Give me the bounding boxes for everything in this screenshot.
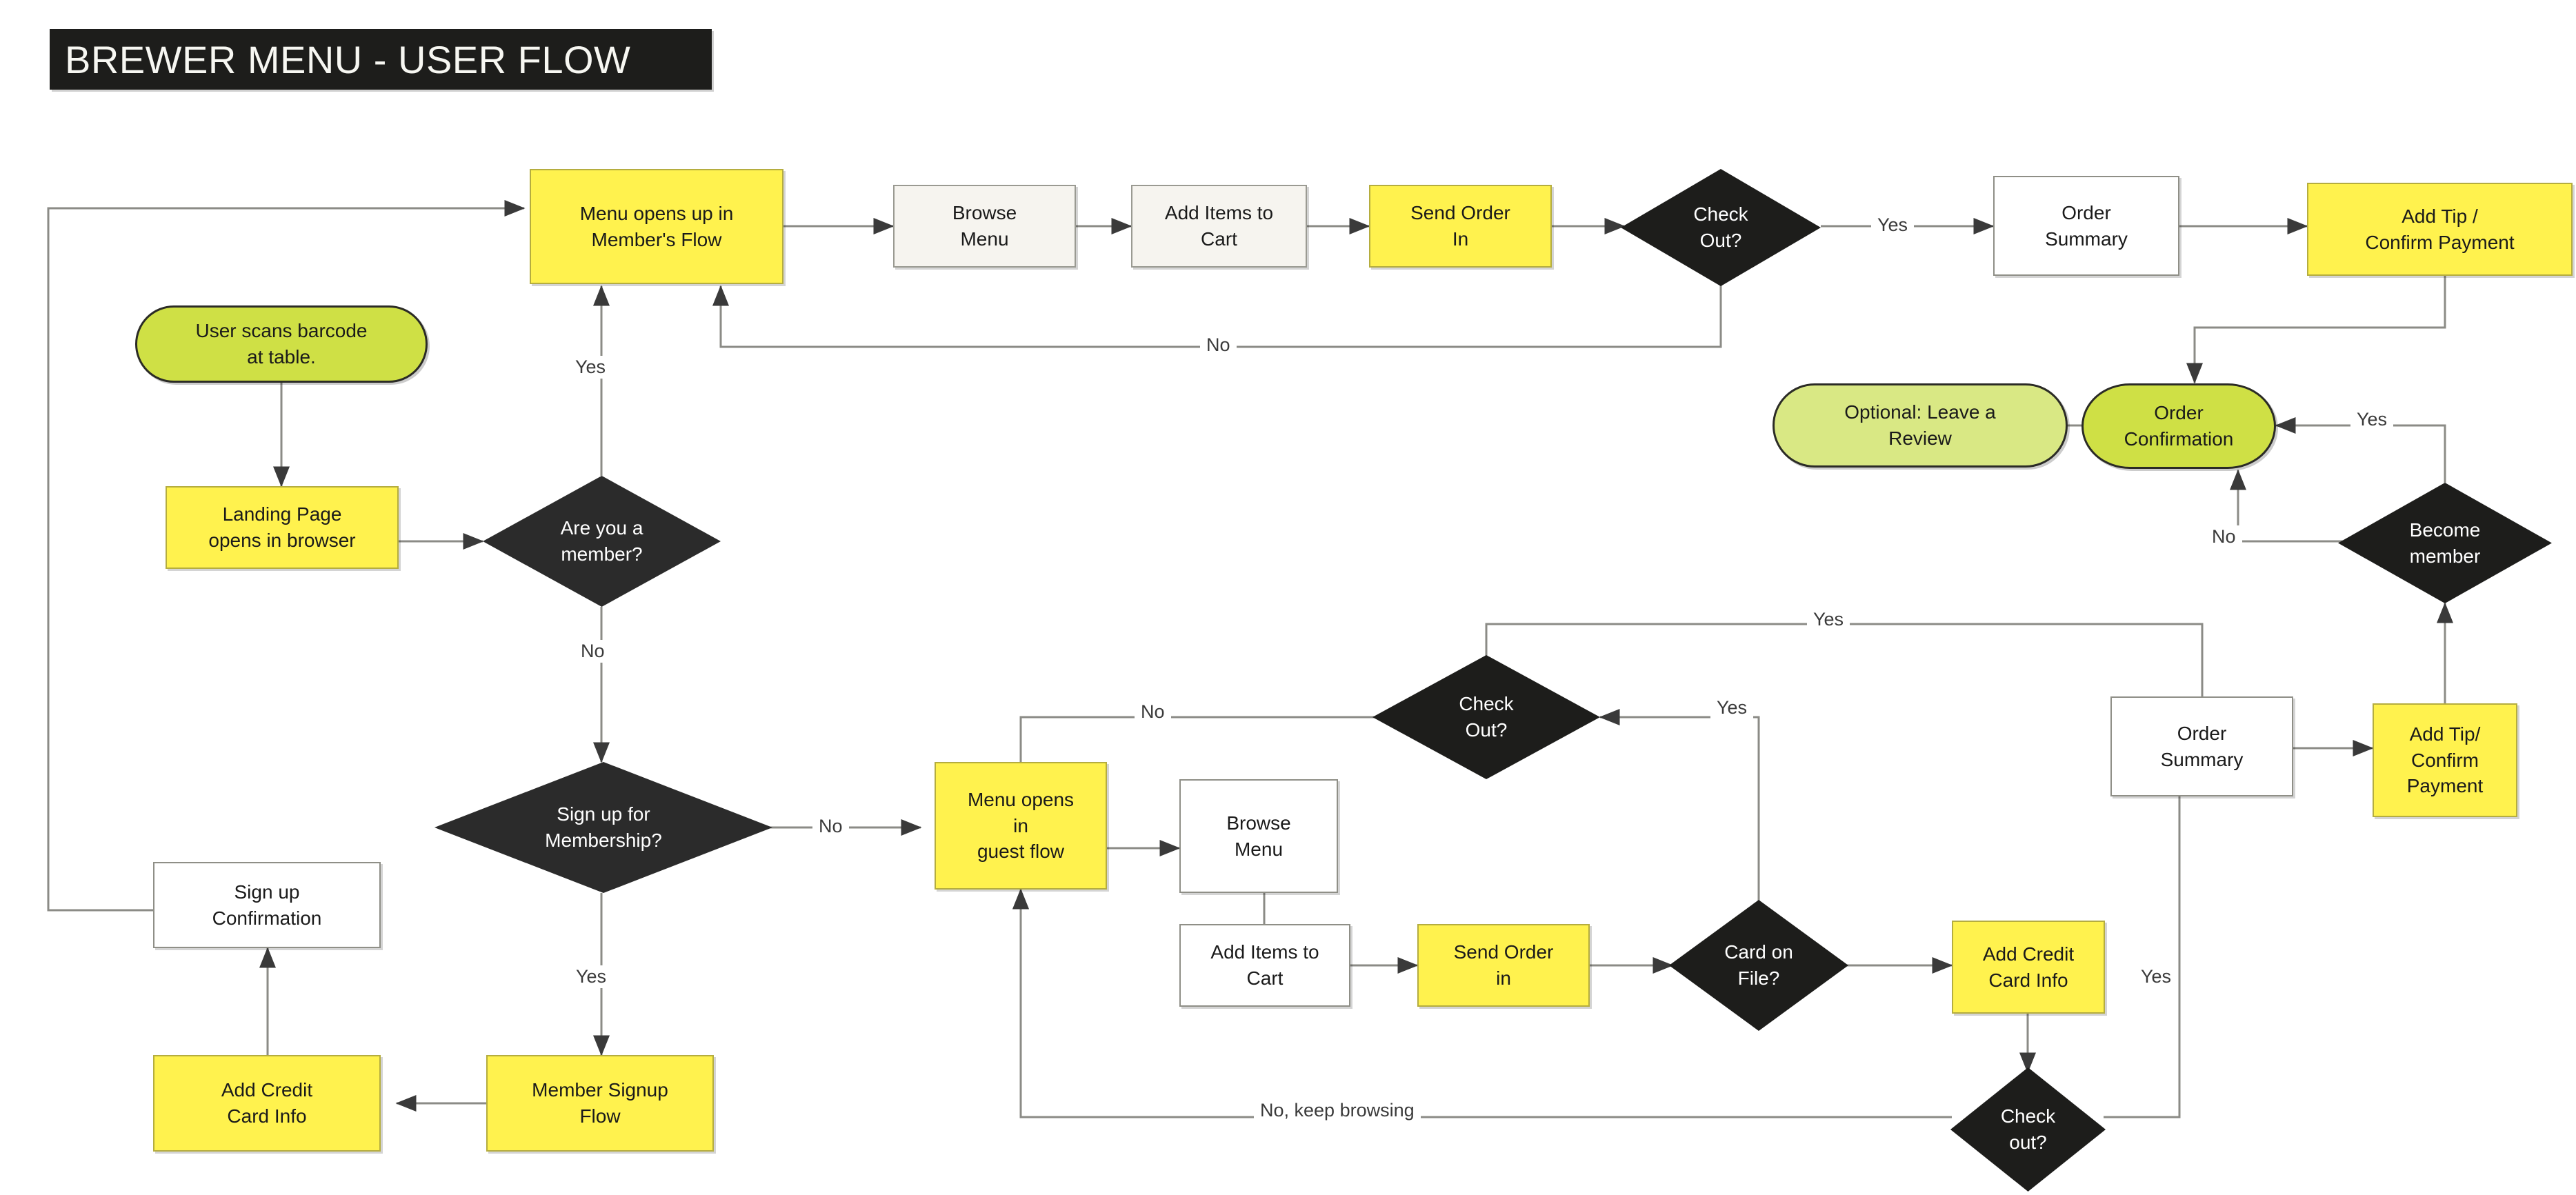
edge-label-become-member-yes: Yes [2350,408,2394,431]
edge-label-checkout-guest-no: No [1135,701,1171,723]
diamond-shape [1669,900,1848,1031]
node-label: Add Credit Card Info [1982,943,2075,991]
node-label: Menu opens in guest flow [967,789,1075,863]
node-order-summary-guest[interactable]: Order Summary [2110,696,2293,796]
node-label: Send Order in [1453,941,1554,989]
edge-label-are-member-yes: Yes [569,356,612,379]
node-menu-opens-guest-flow[interactable]: Menu opens in guest flow [935,762,1107,890]
node-label: Send Order In [1410,202,1510,250]
edge-label-checkout-guest-yes-top: Yes [1807,608,1850,631]
node-label: Optional: Leave a Review [1844,401,1996,449]
node-order-confirmation[interactable]: Order Confirmation [2081,383,2276,469]
node-sign-up-for-membership[interactable]: Sign up for Membership? [435,762,772,893]
edge-label-signup-no: No [812,815,849,838]
edge-become-member-yes [2275,417,2446,483]
edge-card-on-file-yes-to-checkout-guest [1599,709,1760,917]
node-check-out-guest-2[interactable]: Check out? [1950,1067,2106,1192]
node-optional-leave-review[interactable]: Optional: Leave a Review [1773,383,2068,468]
node-label: Browse Menu [1226,812,1291,860]
node-add-credit-card-info-guest[interactable]: Add Credit Card Info [1952,921,2105,1014]
edge-label-checkout-guest-yes-in: Yes [1710,696,1754,719]
node-check-out-member[interactable]: Check Out? [1621,169,1821,286]
edge-label-checkout-member-yes: Yes [1871,214,1915,237]
node-send-order-in-member[interactable]: Send Order In [1369,185,1552,268]
node-add-items-to-cart-member[interactable]: Add Items to Cart [1131,185,1307,268]
node-label: Sign up Confirmation [212,881,322,929]
node-label: Add Tip / Confirm Payment [2365,205,2515,253]
node-label: Menu opens up in Member's Flow [579,202,734,250]
node-add-tip-confirm-payment-member[interactable]: Add Tip / Confirm Payment [2307,183,2573,276]
node-label: Order Summary [2160,722,2244,770]
edge-label-are-member-no: No [575,640,611,663]
edge-label-signup-yes: Yes [570,965,613,988]
node-sign-up-confirmation[interactable]: Sign up Confirmation [153,862,381,948]
diamond-shape [1372,655,1600,779]
node-landing-page-opens-browser[interactable]: Landing Page opens in browser [166,486,399,569]
edge-tip-to-order-confirmation [2186,276,2446,384]
node-check-out-guest[interactable]: Check Out? [1372,655,1600,779]
flow-edges-layer [47,200,2453,1118]
diamond-shape [435,762,772,893]
node-add-tip-confirm-payment-guest[interactable]: Add Tip/ Confirm Payment [2373,703,2517,817]
node-send-order-in-guest[interactable]: Send Order in [1417,924,1590,1007]
node-add-items-to-cart-guest[interactable]: Add Items to Cart [1179,924,1350,1007]
page-title-text: BREWER MENU - USER FLOW [65,37,631,81]
node-browse-menu-member[interactable]: Browse Menu [893,185,1076,268]
node-label: Landing Page opens in browser [208,503,356,551]
diamond-shape [483,476,721,607]
node-card-on-file[interactable]: Card on File? [1669,900,1848,1031]
node-become-member[interactable]: Become member [2338,483,2552,603]
edge-checkout-guest2-yes-to-summary [2104,774,2188,1118]
node-label: Browse Menu [952,202,1017,250]
diamond-shape [2338,483,2552,603]
node-order-summary-member[interactable]: Order Summary [1993,176,2179,276]
node-add-credit-card-info-member[interactable]: Add Credit Card Info [153,1055,381,1152]
node-menu-opens-member-flow[interactable]: Menu opens up in Member's Flow [530,169,783,284]
node-label: Add Credit Card Info [221,1079,313,1127]
node-user-scans-barcode[interactable]: User scans barcode at table. [135,305,428,383]
node-are-you-a-member[interactable]: Are you a member? [483,476,721,607]
node-label: Add Items to Cart [1210,941,1319,989]
node-member-signup-flow[interactable]: Member Signup Flow [486,1055,714,1152]
edge-label-checkout-member-no: No [1200,334,1237,357]
node-label: Member Signup Flow [532,1079,668,1127]
node-label: Order Summary [2045,201,2128,250]
node-label: Order Confirmation [2124,402,2234,450]
node-browse-menu-guest[interactable]: Browse Menu [1179,779,1338,893]
diamond-shape [1950,1067,2106,1192]
edge-label-no-keep-browsing: No, keep browsing [1254,1099,1421,1122]
node-label: Add Items to Cart [1164,202,1274,250]
edge-label-become-member-no: No [2206,525,2242,548]
diamond-shape [1621,169,1821,286]
edge-label-checkout-guest2-yes: Yes [2135,965,2178,988]
page-title: BREWER MENU - USER FLOW [50,29,712,90]
node-label: User scans barcode at table. [195,320,368,368]
flowchart-canvas: BREWER MENU - USER FLOW Menu opens up in… [0,0,2576,1192]
node-label: Add Tip/ Confirm Payment [2406,723,2484,797]
